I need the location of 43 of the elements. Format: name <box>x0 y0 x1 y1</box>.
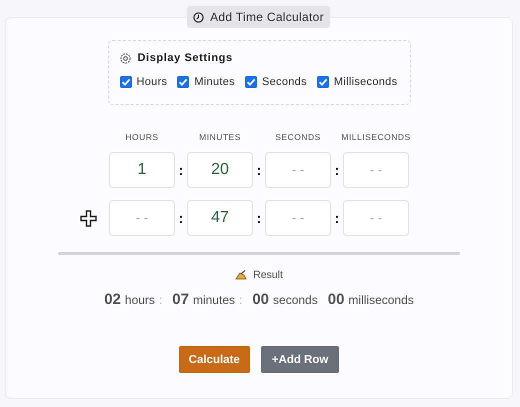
checkbox-label: Minutes <box>194 76 235 88</box>
time-input[interactable]: - - <box>265 200 331 236</box>
separator: : <box>334 210 340 226</box>
column-header: MINUTES <box>199 132 241 142</box>
settings-title: Display Settings <box>138 52 233 64</box>
result-title: Result <box>253 269 283 281</box>
separator: : <box>178 210 184 226</box>
result-separator: : <box>239 293 242 307</box>
result-number: 07 <box>172 291 189 308</box>
checkbox[interactable] <box>244 76 257 88</box>
result-unit: minutes <box>192 293 235 307</box>
checkbox[interactable] <box>120 76 132 88</box>
time-input[interactable]: - - <box>265 152 331 188</box>
result-unit: milliseconds <box>348 293 414 307</box>
checkbox-label: Seconds <box>262 76 307 88</box>
result-unit: hours <box>124 293 155 307</box>
separator: : <box>334 162 340 178</box>
result-separator: : <box>158 293 162 307</box>
column-header: SECONDS <box>275 132 321 142</box>
result-number: 00 <box>252 291 270 308</box>
calculate-button[interactable]: Calculate <box>178 346 250 373</box>
time-input[interactable]: - - <box>343 152 409 188</box>
result-number: 02 <box>104 291 121 308</box>
clock-icon <box>193 12 204 22</box>
separator: : <box>178 162 184 178</box>
column-header: MILLISECONDS <box>341 132 411 142</box>
time-input[interactable]: 1 <box>109 152 175 188</box>
time-input[interactable]: 20 <box>187 152 253 188</box>
checkbox[interactable] <box>316 76 329 88</box>
column-header: HOURS <box>125 132 159 142</box>
plus-icon <box>80 210 97 227</box>
separator: : <box>256 210 262 226</box>
time-input[interactable]: 47 <box>187 200 253 236</box>
time-input[interactable]: - - <box>343 200 409 236</box>
add-row-button[interactable]: +Add Row <box>260 346 340 373</box>
time-input[interactable]: - - <box>109 200 175 236</box>
header-button[interactable]: Add Time Calculator <box>187 6 330 28</box>
checkbox[interactable] <box>177 76 190 88</box>
checkbox-label: Milliseconds <box>334 76 398 88</box>
separator: : <box>256 162 262 178</box>
result-number: 00 <box>328 291 344 308</box>
result-unit: seconds <box>273 293 318 307</box>
checkbox-label: Hours <box>136 76 168 88</box>
